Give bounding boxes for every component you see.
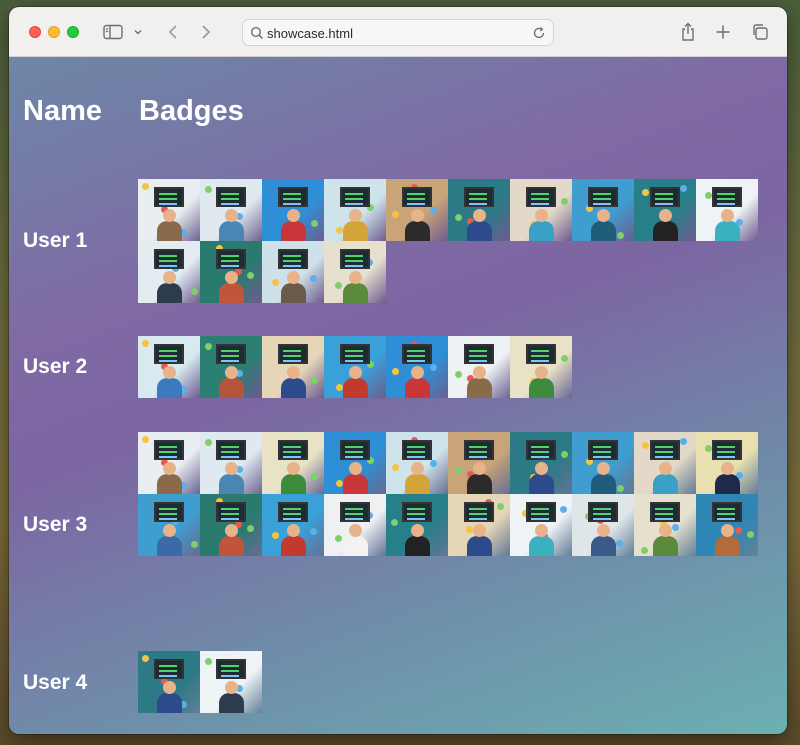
badge-image	[696, 494, 758, 556]
search-icon	[250, 26, 264, 45]
user-badges	[138, 432, 761, 556]
badge-image	[200, 494, 262, 556]
chevron-down-icon[interactable]	[132, 20, 144, 44]
badge-image	[200, 336, 262, 398]
badge-image	[138, 241, 200, 303]
user-name: User 3	[23, 513, 88, 536]
badge-image	[696, 432, 758, 494]
forward-icon[interactable]	[197, 20, 215, 44]
address-bar[interactable]: showcase.html	[242, 19, 554, 46]
tab-overview-icon[interactable]	[750, 20, 770, 44]
badge-image	[510, 179, 572, 241]
new-tab-icon[interactable]	[714, 20, 732, 44]
badge-image	[634, 179, 696, 241]
badge-image	[262, 336, 324, 398]
badge-image	[138, 432, 200, 494]
badge-image	[200, 241, 262, 303]
badge-image	[138, 179, 200, 241]
column-header-name: Name	[23, 95, 102, 127]
user-badges	[138, 179, 761, 303]
badge-image	[324, 336, 386, 398]
badge-image	[386, 336, 448, 398]
page-content: Name Badges User 1 User 2 User 3 User 4	[9, 57, 787, 734]
badge-image	[200, 432, 262, 494]
close-window-button[interactable]	[29, 26, 41, 38]
user-name: User 4	[23, 671, 88, 694]
user-name: User 1	[23, 229, 88, 252]
badge-image	[324, 432, 386, 494]
reload-icon[interactable]	[532, 26, 546, 45]
user-badges	[138, 336, 761, 398]
badge-image	[324, 241, 386, 303]
badge-image	[200, 179, 262, 241]
badge-image	[572, 432, 634, 494]
sidebar-toggle-icon[interactable]	[102, 20, 124, 44]
badge-image	[138, 494, 200, 556]
badge-image	[138, 651, 200, 713]
browser-window: showcase.html Name Badges User 1 User 2 …	[9, 7, 787, 734]
minimize-window-button[interactable]	[48, 26, 60, 38]
column-header-badges: Badges	[139, 95, 244, 127]
back-icon[interactable]	[164, 20, 182, 44]
badge-image	[510, 432, 572, 494]
badge-image	[572, 179, 634, 241]
badge-image	[448, 179, 510, 241]
badge-image	[448, 494, 510, 556]
share-icon[interactable]	[679, 20, 697, 44]
zoom-window-button[interactable]	[67, 26, 79, 38]
badge-image	[262, 179, 324, 241]
url-text: showcase.html	[267, 26, 353, 41]
badge-image	[572, 494, 634, 556]
badge-image	[510, 494, 572, 556]
badge-image	[200, 651, 262, 713]
badge-image	[696, 179, 758, 241]
badge-image	[634, 432, 696, 494]
badge-image	[324, 179, 386, 241]
badge-image	[634, 494, 696, 556]
badge-image	[138, 336, 200, 398]
badge-image	[386, 179, 448, 241]
user-badges	[138, 651, 761, 713]
badge-image	[386, 432, 448, 494]
badge-image	[262, 241, 324, 303]
badge-image	[386, 494, 448, 556]
badge-image	[262, 432, 324, 494]
badge-image	[262, 494, 324, 556]
badge-image	[448, 336, 510, 398]
browser-toolbar: showcase.html	[9, 7, 787, 57]
badge-image	[448, 432, 510, 494]
user-name: User 2	[23, 355, 88, 378]
badge-image	[324, 494, 386, 556]
badge-image	[510, 336, 572, 398]
